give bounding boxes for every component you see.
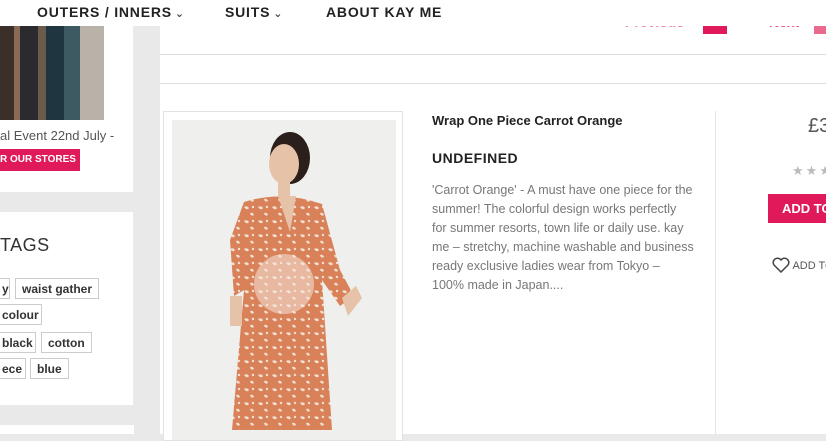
wishlist-label: ADD TO xyxy=(792,260,826,272)
tag-item[interactable]: cotton xyxy=(41,332,92,353)
divider xyxy=(160,83,826,84)
event-thumbnail[interactable] xyxy=(0,24,104,120)
tag-item[interactable]: ece xyxy=(0,358,26,379)
top-navigation: OUTERS / INNERS ⌄ SUITS ⌄ ABOUT KAY ME xyxy=(0,0,826,26)
event-text-line: al Event 22nd July - xyxy=(0,128,115,143)
nav-item-label: ABOUT KAY ME xyxy=(326,4,443,20)
product-title[interactable]: Wrap One Piece Carrot Orange xyxy=(432,113,623,128)
heart-icon xyxy=(772,257,790,274)
add-to-cart-button[interactable]: ADD TO xyxy=(768,194,826,223)
tag-item[interactable]: colour xyxy=(0,304,42,325)
sidebar-next-widget xyxy=(0,425,134,434)
sidebar-event-widget: al Event 22nd July - d August R OUR STOR… xyxy=(0,24,133,192)
nav-item-label: SUITS xyxy=(225,4,271,20)
nav-item-outers-inners[interactable]: OUTERS / INNERS ⌄ xyxy=(37,4,185,20)
tags-title: TAGS xyxy=(0,235,50,255)
column-divider xyxy=(715,111,716,434)
dress-model-illustration xyxy=(230,132,362,430)
rating-stars: ★★★ xyxy=(792,163,826,178)
tag-item[interactable]: black xyxy=(0,332,36,353)
sidebar-tags-widget: TAGS y waist gather colour black cotton … xyxy=(0,212,133,405)
nav-item-about[interactable]: ABOUT KAY ME xyxy=(326,4,442,20)
tag-item[interactable]: y xyxy=(0,278,10,299)
tag-item[interactable]: waist gather xyxy=(15,278,100,299)
product-image-frame[interactable] xyxy=(163,111,403,441)
event-image xyxy=(0,24,104,120)
chevron-down-icon: ⌄ xyxy=(273,8,284,20)
product-photo xyxy=(172,120,396,440)
wishlist-link[interactable]: ADD TO xyxy=(772,257,826,274)
tag-item[interactable]: blue xyxy=(30,358,69,379)
main-content: Previous Next xyxy=(160,0,826,441)
product-subheading: UNDEFINED xyxy=(432,150,519,166)
divider xyxy=(160,54,826,55)
nav-item-suits[interactable]: SUITS ⌄ xyxy=(225,4,283,20)
sidebar-gap xyxy=(0,192,134,212)
product-description: 'Carrot Orange' - A must have one piece … xyxy=(432,183,694,292)
chevron-down-icon: ⌄ xyxy=(174,8,185,20)
our-stores-button[interactable]: R OUR STORES xyxy=(0,149,80,171)
nav-item-label: OUTERS / INNERS xyxy=(37,4,172,20)
product-price: £3 xyxy=(808,115,826,137)
